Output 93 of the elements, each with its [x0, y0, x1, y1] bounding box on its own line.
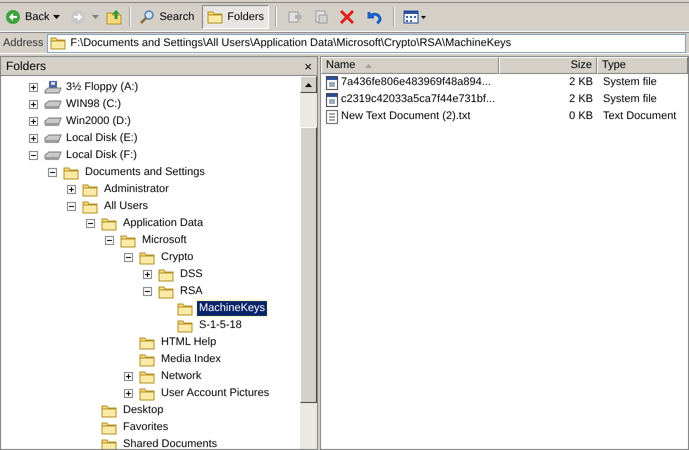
delete-icon[interactable]	[339, 9, 356, 25]
folder-icon	[139, 250, 155, 264]
folder-icon	[207, 10, 224, 24]
tree-item[interactable]: MachineKeys	[197, 301, 268, 316]
tree-item[interactable]: All Users	[102, 199, 150, 214]
tree-item[interactable]: WIN98 (C:)	[64, 97, 123, 112]
back-button[interactable]: Back	[3, 5, 52, 29]
collapse-toggle[interactable]	[143, 287, 152, 296]
drive-icon	[44, 132, 62, 144]
tree-item[interactable]: Media Index	[159, 352, 223, 367]
up-folder-icon[interactable]	[105, 8, 124, 26]
system-file-icon	[326, 76, 338, 90]
expand-toggle[interactable]	[29, 134, 38, 143]
file-type: Text Document	[602, 109, 676, 124]
tree-item[interactable]: HTML Help	[159, 335, 218, 350]
expand-toggle[interactable]	[29, 100, 38, 109]
collapse-toggle[interactable]	[124, 253, 133, 262]
tree-item[interactable]: RSA	[178, 284, 205, 299]
drive-icon	[44, 150, 62, 162]
drive-icon	[44, 116, 62, 128]
address-label: Address	[3, 36, 44, 51]
collapse-toggle[interactable]	[48, 168, 57, 177]
folder-icon	[82, 182, 98, 196]
file-size: 2 KB	[568, 75, 594, 90]
folder-icon	[158, 268, 174, 282]
file-name[interactable]: 7a436fe806e483969f48a894...	[341, 74, 491, 91]
folder-icon	[101, 420, 117, 434]
folder-icon	[139, 386, 155, 400]
system-file-icon	[326, 92, 338, 106]
folder-icon	[101, 404, 117, 418]
folder-icon	[139, 370, 155, 384]
pane-title: Folders	[6, 58, 46, 75]
tree-item[interactable]: Local Disk (F:)	[64, 148, 139, 163]
folder-icon	[139, 352, 155, 366]
collapse-toggle[interactable]	[67, 202, 76, 211]
undo-icon[interactable]	[365, 9, 384, 25]
drive-icon	[44, 98, 62, 110]
column-header[interactable]: Name	[321, 57, 499, 74]
folder-icon	[139, 336, 155, 350]
tree-item[interactable]: Desktop	[121, 403, 166, 418]
collapse-toggle[interactable]	[86, 219, 95, 228]
folder-icon	[158, 284, 174, 298]
folder-icon	[177, 318, 193, 332]
collapse-toggle[interactable]	[29, 151, 38, 160]
tree-item[interactable]: Crypto	[159, 250, 196, 265]
tree-item[interactable]: Favorites	[121, 420, 170, 435]
column-header[interactable]: Type	[597, 57, 688, 74]
close-button[interactable]: ×	[304, 60, 312, 72]
expand-toggle[interactable]	[29, 117, 38, 126]
views-icon	[403, 10, 420, 24]
floppy-drive-icon	[44, 80, 62, 96]
folder-icon	[177, 302, 193, 316]
tree-item[interactable]: 3½ Floppy (A:)	[64, 80, 140, 95]
file-type: System file	[602, 75, 657, 90]
expand-toggle[interactable]	[67, 185, 76, 194]
tree-item[interactable]: Shared Documents	[121, 437, 220, 449]
expand-toggle[interactable]	[29, 83, 38, 92]
dropdown-caret-icon	[421, 16, 426, 18]
file-name[interactable]: c2319c42033a5ca7f44e731bf...	[341, 91, 496, 108]
tree-item[interactable]: Microsoft	[140, 233, 189, 248]
tree-item[interactable]: Network	[159, 369, 204, 384]
tree-item[interactable]: Application Data	[121, 216, 206, 231]
search-button[interactable]: Search	[137, 5, 196, 29]
tree-item[interactable]: Documents and Settings	[83, 165, 207, 180]
search-icon	[139, 9, 156, 25]
sort-arrow-icon	[365, 64, 372, 68]
expand-toggle[interactable]	[124, 372, 133, 381]
address-field[interactable]: F:\Documents and Settings\All Users\Application Data\Microsoft\Crypto\RSA\MachineKeys	[47, 34, 686, 52]
expand-toggle[interactable]	[143, 270, 152, 279]
collapse-toggle[interactable]	[105, 236, 114, 245]
folders-button[interactable]: Folders	[202, 5, 270, 29]
folder-icon	[120, 234, 136, 248]
folder-icon	[63, 166, 79, 180]
column-header[interactable]: Size	[499, 57, 597, 74]
dropdown-caret-icon[interactable]	[53, 15, 60, 19]
tree-item[interactable]: Win2000 (D:)	[64, 114, 133, 129]
folder-icon	[101, 216, 117, 230]
file-type: System file	[602, 92, 657, 108]
expand-toggle[interactable]	[124, 389, 133, 398]
text-file-icon	[326, 110, 338, 124]
tree-item[interactable]: Administrator	[102, 182, 171, 197]
tree-item[interactable]: DSS	[178, 267, 205, 282]
folder-icon	[82, 200, 98, 214]
scrollbar[interactable]	[300, 76, 317, 449]
file-size: 2 KB	[568, 92, 594, 108]
file-name[interactable]: New Text Document (2).txt	[341, 108, 470, 125]
folder-icon	[50, 36, 66, 50]
file-size: 0 KB	[568, 109, 594, 124]
tree-item[interactable]: User Account Pictures	[159, 386, 272, 401]
tree-item[interactable]: S-1-5-18	[197, 318, 244, 333]
scroll-up-arrow-icon	[305, 82, 312, 86]
tree-item[interactable]: Local Disk (E:)	[64, 131, 140, 146]
folder-icon	[101, 438, 117, 449]
